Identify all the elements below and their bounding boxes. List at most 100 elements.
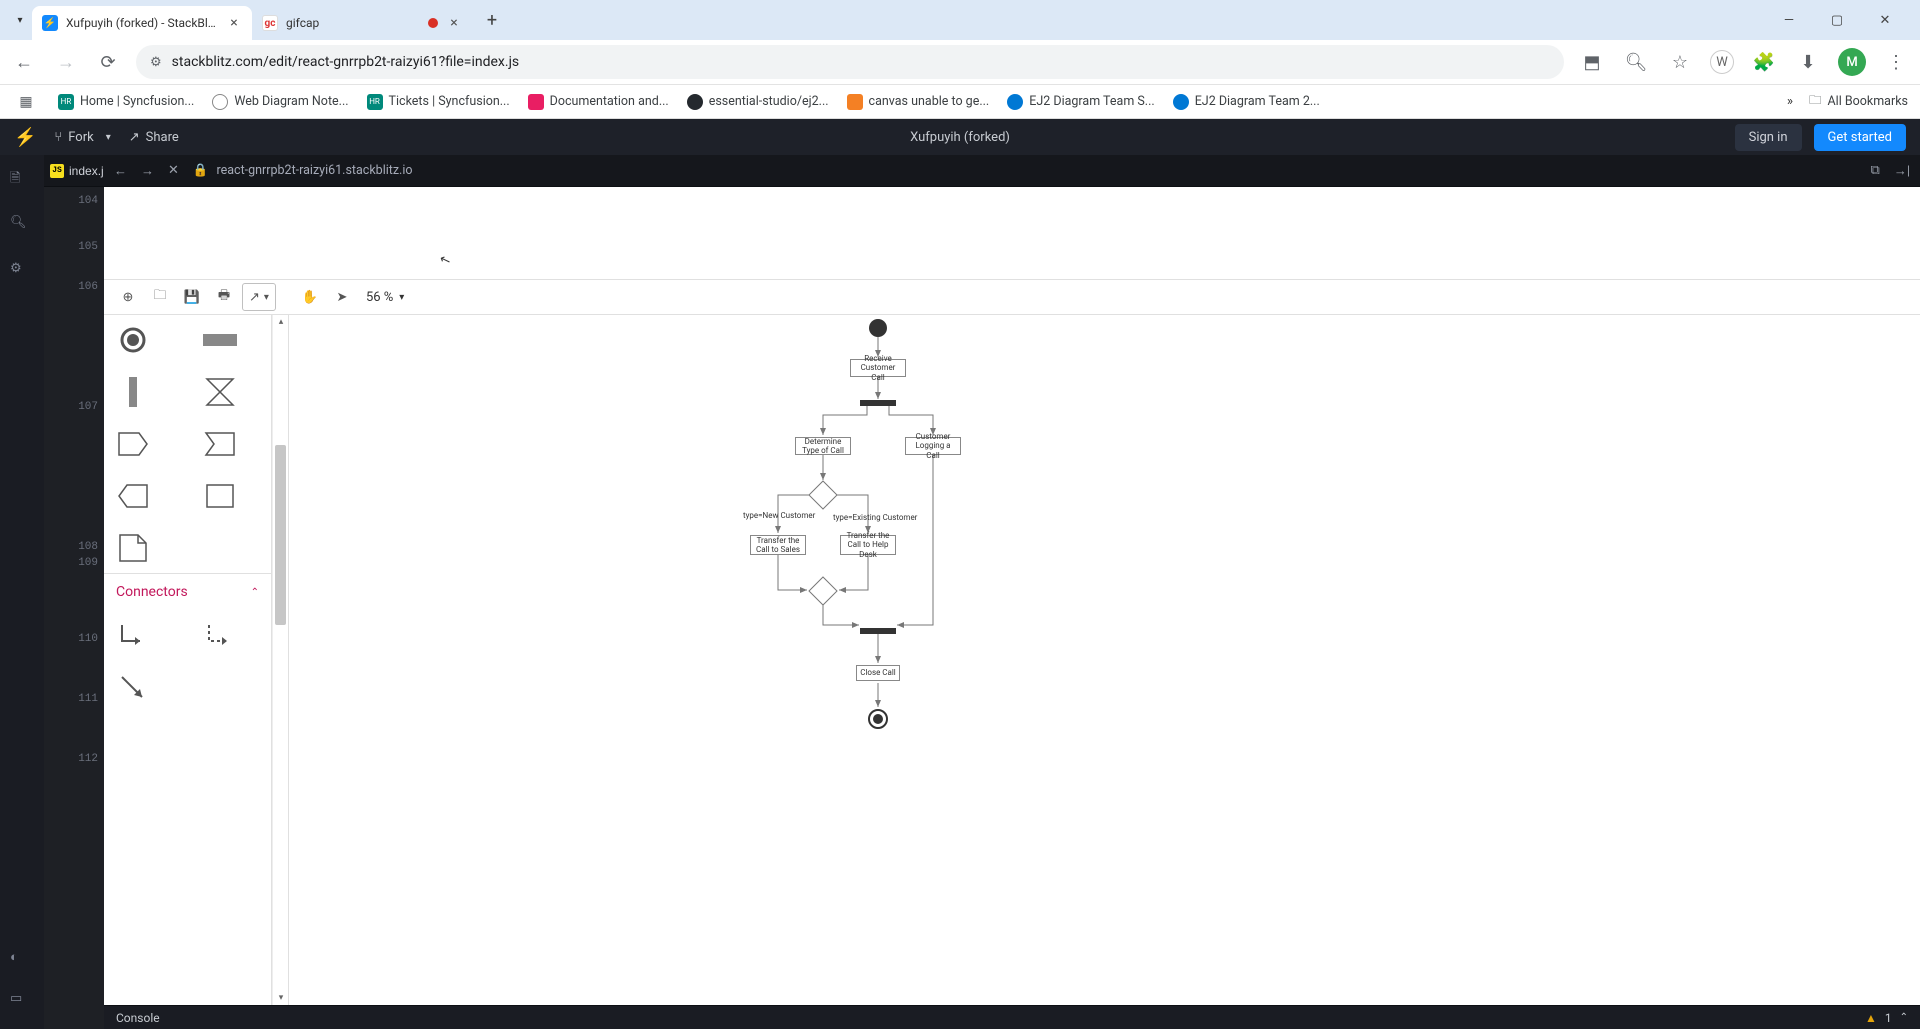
open-new-window-icon[interactable]: ⧉ [1871,163,1880,178]
node-transfer-help[interactable]: Transfer the Call to Help Desk [840,535,896,555]
install-app-icon[interactable]: ⬒ [1578,48,1606,76]
tab-search-dropdown[interactable]: ▾ [8,15,32,26]
save-button[interactable]: 💾 [178,283,206,311]
shape-hourglass[interactable] [203,377,237,407]
preview-url[interactable]: 🔒 react-gnrrpb2t-raizyi61.stackblitz.io [193,163,1857,178]
pointer-tool-button[interactable]: ➤ [328,283,356,311]
share-button[interactable]: ↗Share [129,130,179,145]
palette-scrollbar[interactable]: ▴ ▾ [272,315,288,1005]
diagram-canvas[interactable]: Receive Customer Call Determine Type of … [289,315,1920,1005]
canvas-scrollbar[interactable] [1904,315,1920,1005]
close-window-button[interactable]: ✕ [1870,5,1900,35]
browser-tab-strip: ▾ ⚡ Xufpuyih (forked) - StackBlitz × gc … [0,0,1920,40]
connector-orthogonal-dashed[interactable] [203,620,237,650]
palette-section-label: Connectors [116,584,188,600]
extension-w-icon[interactable]: W [1710,50,1734,74]
zoom-dropdown[interactable]: 56 %▾ [366,290,404,305]
shape-note[interactable] [116,533,150,563]
theme-icon[interactable]: ◐ [10,949,34,973]
stackoverflow-icon [847,94,863,110]
minimize-button[interactable]: — [1774,5,1804,35]
new-tab-button[interactable]: + [478,6,506,34]
bookmark-item[interactable]: Documentation and... [528,94,669,110]
mouse-cursor-icon: ↖ [438,252,453,270]
bookmark-star-icon[interactable]: ☆ [1666,48,1694,76]
stackblitz-header: ⚡ ⑂Fork▾ ↗Share Xufpuyih (forked) Sign i… [0,119,1920,155]
maximize-button[interactable]: ▢ [1822,5,1852,35]
node-determine-type[interactable]: Determine Type of Call [795,437,851,455]
zoom-icon[interactable]: 🔍︎ [1622,48,1650,76]
browser-tab-active[interactable]: ⚡ Xufpuyih (forked) - StackBlitz × [32,6,252,40]
explorer-icon[interactable]: 🗎 [10,169,34,193]
end-node[interactable] [868,709,888,729]
diagram-connectors [289,315,1920,1005]
close-icon[interactable]: × [446,15,462,31]
forward-button[interactable]: → [52,48,80,76]
connector-orthogonal[interactable] [116,620,150,650]
line-number: 109 [50,557,98,633]
extensions-puzzle-icon[interactable]: 🧩 [1750,48,1778,76]
node-customer-logging[interactable]: Customer Logging a Call [905,437,961,455]
bookmark-item[interactable]: EJ2 Diagram Team S... [1007,94,1154,110]
shape-action[interactable] [203,325,237,355]
pan-tool-button[interactable]: ✋ [296,283,324,311]
preview-back-button[interactable]: ← [114,163,127,179]
start-node[interactable] [869,319,887,337]
node-transfer-sales[interactable]: Transfer the Call to Sales [750,535,806,555]
chevron-up-icon[interactable]: ⌃ [1900,1012,1908,1023]
chrome-menu-icon[interactable]: ⋮ [1882,48,1910,76]
bookmark-overflow-icon[interactable]: » [1787,94,1793,109]
line-number: 110 [50,633,98,693]
bookmark-label: Tickets | Syncfusion... [389,94,510,109]
azure-icon [1173,94,1189,110]
bookmark-item[interactable]: canvas unable to ge... [847,94,990,110]
browser-tab-inactive[interactable]: gc gifcap × [252,6,472,40]
scrollbar-thumb[interactable] [275,445,286,625]
node-receive-call[interactable]: Receive Customer Call [850,359,906,377]
back-button[interactable]: ← [10,48,38,76]
node-close-call[interactable]: Close Call [856,665,900,681]
settings-icon[interactable]: ⚙ [10,261,34,285]
bookmark-favicon: HR [367,94,383,110]
reload-button[interactable]: ⟳ [94,48,122,76]
print-button[interactable]: 🖶 [210,283,238,311]
fork-button[interactable]: ⑂Fork▾ [54,130,110,145]
open-button[interactable]: 🗀 [146,283,174,311]
stackblitz-logo-icon[interactable]: ⚡ [14,127,36,148]
line-number: 106 [50,281,98,401]
close-icon[interactable]: × [226,15,242,31]
shape-accept-event[interactable] [116,481,150,511]
preview-forward-button[interactable]: → [141,163,154,179]
shape-send-signal[interactable] [116,429,150,459]
get-started-button[interactable]: Get started [1814,124,1906,151]
downloads-icon[interactable]: ⬇ [1794,48,1822,76]
url-input[interactable]: ⚙ stackblitz.com/edit/react-gnrrpb2t-rai… [136,45,1564,79]
palette-section-connectors[interactable]: Connectors ⌃ [104,573,271,610]
panel-icon[interactable]: ▭ [10,991,34,1015]
console-bar[interactable]: Console ▲ 1 ⌃ [104,1005,1920,1029]
bookmark-item[interactable]: HR Tickets | Syncfusion... [367,94,510,110]
bookmark-item[interactable]: essential-studio/ej2... [687,94,829,110]
all-bookmarks-button[interactable]: 🗀All Bookmarks [1809,91,1908,112]
profile-avatar[interactable]: M [1838,48,1866,76]
shape-initial-node[interactable] [116,325,150,355]
new-diagram-button[interactable]: ⊕ [114,283,142,311]
signin-button[interactable]: Sign in [1735,124,1802,151]
shape-rectangle[interactable] [203,481,237,511]
search-icon[interactable]: 🔍︎ [10,215,34,239]
collapse-panel-icon[interactable]: →| [1894,163,1910,179]
shape-bar-vert[interactable] [116,377,150,407]
apps-grid-icon[interactable]: ▦ [12,88,40,116]
bookmark-item[interactable]: HRHome | Syncfusion... [58,94,194,110]
scroll-up-arrow[interactable]: ▴ [273,315,289,329]
scroll-down-arrow[interactable]: ▾ [273,991,289,1005]
bookmark-item[interactable]: Web Diagram Note... [212,94,348,110]
site-info-icon[interactable]: ⚙ [150,55,162,70]
preview-reload-button[interactable]: ✕ [168,163,179,178]
connector-straight[interactable] [116,672,150,702]
bookmark-item[interactable]: EJ2 Diagram Team 2... [1173,94,1320,110]
line-number: 108 [50,541,98,557]
editor-file-tab[interactable]: JS index.j [44,155,104,187]
shape-receive-signal[interactable] [203,429,237,459]
export-button[interactable]: ↗▾ [242,283,276,311]
